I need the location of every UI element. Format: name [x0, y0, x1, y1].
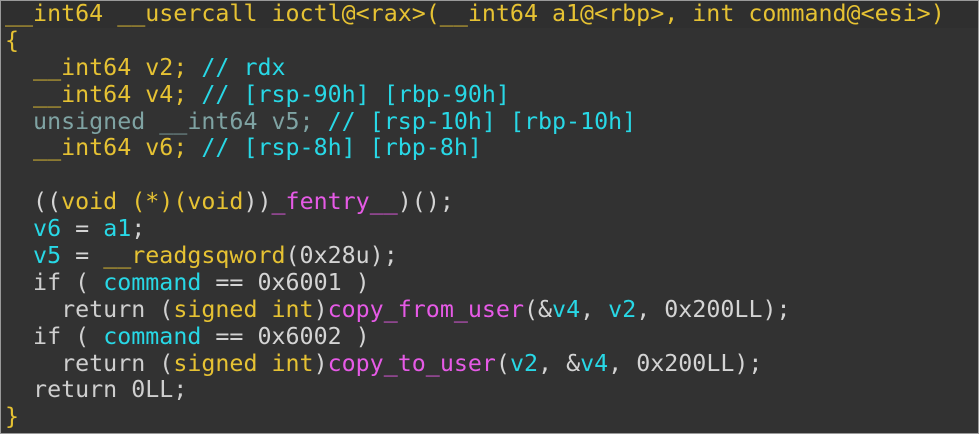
- code-token[interactable]: unsigned __int64 v5;: [5, 108, 328, 135]
- code-line[interactable]: unsigned __int64 v5; // [rsp-10h] [rbp-1…: [1, 108, 978, 136]
- code-line[interactable]: v5 = __readgsqword(0x28u);: [1, 242, 978, 270]
- code-token[interactable]: v6: [5, 215, 61, 242]
- code-token[interactable]: )): [243, 188, 271, 215]
- code-line[interactable]: __int64 __usercall ioctl@<rax>(__int64 a…: [1, 1, 978, 28]
- code-token[interactable]: if (: [5, 323, 103, 350]
- code-line[interactable]: if ( command == 0x6002 ): [1, 323, 978, 351]
- code-token[interactable]: __int64 v2;: [5, 54, 201, 81]
- code-line[interactable]: __int64 v6; // [rsp-8h] [rbp-8h]: [1, 134, 978, 162]
- code-token[interactable]: =: [61, 215, 103, 242]
- code-token[interactable]: command: [103, 269, 201, 296]
- code-token[interactable]: , 0x200LL);: [608, 350, 762, 377]
- code-line[interactable]: __int64 v2; // rdx: [1, 54, 978, 82]
- code-token[interactable]: ;: [131, 215, 145, 242]
- code-token[interactable]: , &: [538, 350, 580, 377]
- code-token[interactable]: =: [61, 242, 103, 269]
- code-token[interactable]: return (: [5, 350, 173, 377]
- code-token[interactable]: )();: [398, 188, 454, 215]
- code-listing: __int64 __usercall ioctl@<rax>(__int64 a…: [1, 1, 978, 431]
- code-token[interactable]: void: [61, 188, 117, 215]
- code-token[interactable]: ,: [580, 296, 608, 323]
- code-token[interactable]: _fentry__: [272, 188, 398, 215]
- code-line[interactable]: }: [1, 403, 978, 431]
- code-token[interactable]: return 0LL;: [5, 376, 187, 404]
- code-token[interactable]: (&: [524, 296, 552, 323]
- code-token[interactable]: if (: [5, 269, 103, 296]
- code-token[interactable]: __int64 __usercall ioctl@<rax>(__int64 a…: [5, 1, 945, 27]
- code-token[interactable]: // [rsp-10h] [rbp-10h]: [328, 108, 637, 135]
- code-token[interactable]: v4: [552, 296, 580, 323]
- pseudocode-view[interactable]: __int64 __usercall ioctl@<rax>(__int64 a…: [0, 0, 979, 434]
- code-token[interactable]: ((: [5, 188, 61, 215]
- code-token[interactable]: __readgsqword: [103, 242, 285, 269]
- code-token[interactable]: (: [496, 350, 510, 377]
- code-token[interactable]: signed int: [173, 296, 313, 323]
- code-line[interactable]: return (signed int)copy_to_user(v2, &v4,…: [1, 350, 978, 378]
- code-token[interactable]: == 0x6001 ): [201, 269, 369, 296]
- code-token[interactable]: {: [5, 27, 19, 54]
- code-token[interactable]: v5: [5, 242, 61, 269]
- code-token[interactable]: __int64 v4;: [5, 81, 201, 108]
- code-token[interactable]: __int64 v6;: [5, 134, 201, 162]
- code-token[interactable]: // rdx: [201, 54, 285, 81]
- code-token[interactable]: (0x28u);: [286, 242, 398, 269]
- code-token[interactable]: signed int: [173, 350, 313, 377]
- code-token[interactable]: copy_from_user: [328, 296, 524, 323]
- code-line[interactable]: return 0LL;: [1, 376, 978, 404]
- code-token[interactable]: , 0x200LL);: [636, 296, 790, 323]
- code-line[interactable]: {: [1, 27, 978, 55]
- code-token[interactable]: void: [187, 188, 243, 215]
- code-line[interactable]: __int64 v4; // [rsp-90h] [rbp-90h]: [1, 81, 978, 109]
- code-token[interactable]: }: [5, 403, 19, 430]
- code-line[interactable]: if ( command == 0x6001 ): [1, 269, 978, 297]
- code-line[interactable]: v6 = a1;: [1, 215, 978, 243]
- code-token[interactable]: ): [314, 296, 328, 323]
- code-line[interactable]: ((void (*)(void))_fentry__)();: [1, 188, 978, 216]
- code-token[interactable]: // [rsp-90h] [rbp-90h]: [201, 81, 510, 108]
- code-token[interactable]: v2: [510, 350, 538, 377]
- code-token[interactable]: == 0x6002 ): [201, 323, 369, 350]
- code-line[interactable]: return (signed int)copy_from_user(&v4, v…: [1, 296, 978, 324]
- code-token[interactable]: copy_to_user: [328, 350, 496, 377]
- code-token[interactable]: v2: [608, 296, 636, 323]
- code-token[interactable]: // [rsp-8h] [rbp-8h]: [201, 134, 482, 162]
- code-token[interactable]: a1: [103, 215, 131, 242]
- code-token[interactable]: (*)(: [117, 188, 187, 215]
- code-token[interactable]: v4: [580, 350, 608, 377]
- code-token[interactable]: return (: [5, 296, 173, 323]
- code-line[interactable]: [1, 162, 978, 189]
- code-token[interactable]: command: [103, 323, 201, 350]
- code-token[interactable]: ): [314, 350, 328, 377]
